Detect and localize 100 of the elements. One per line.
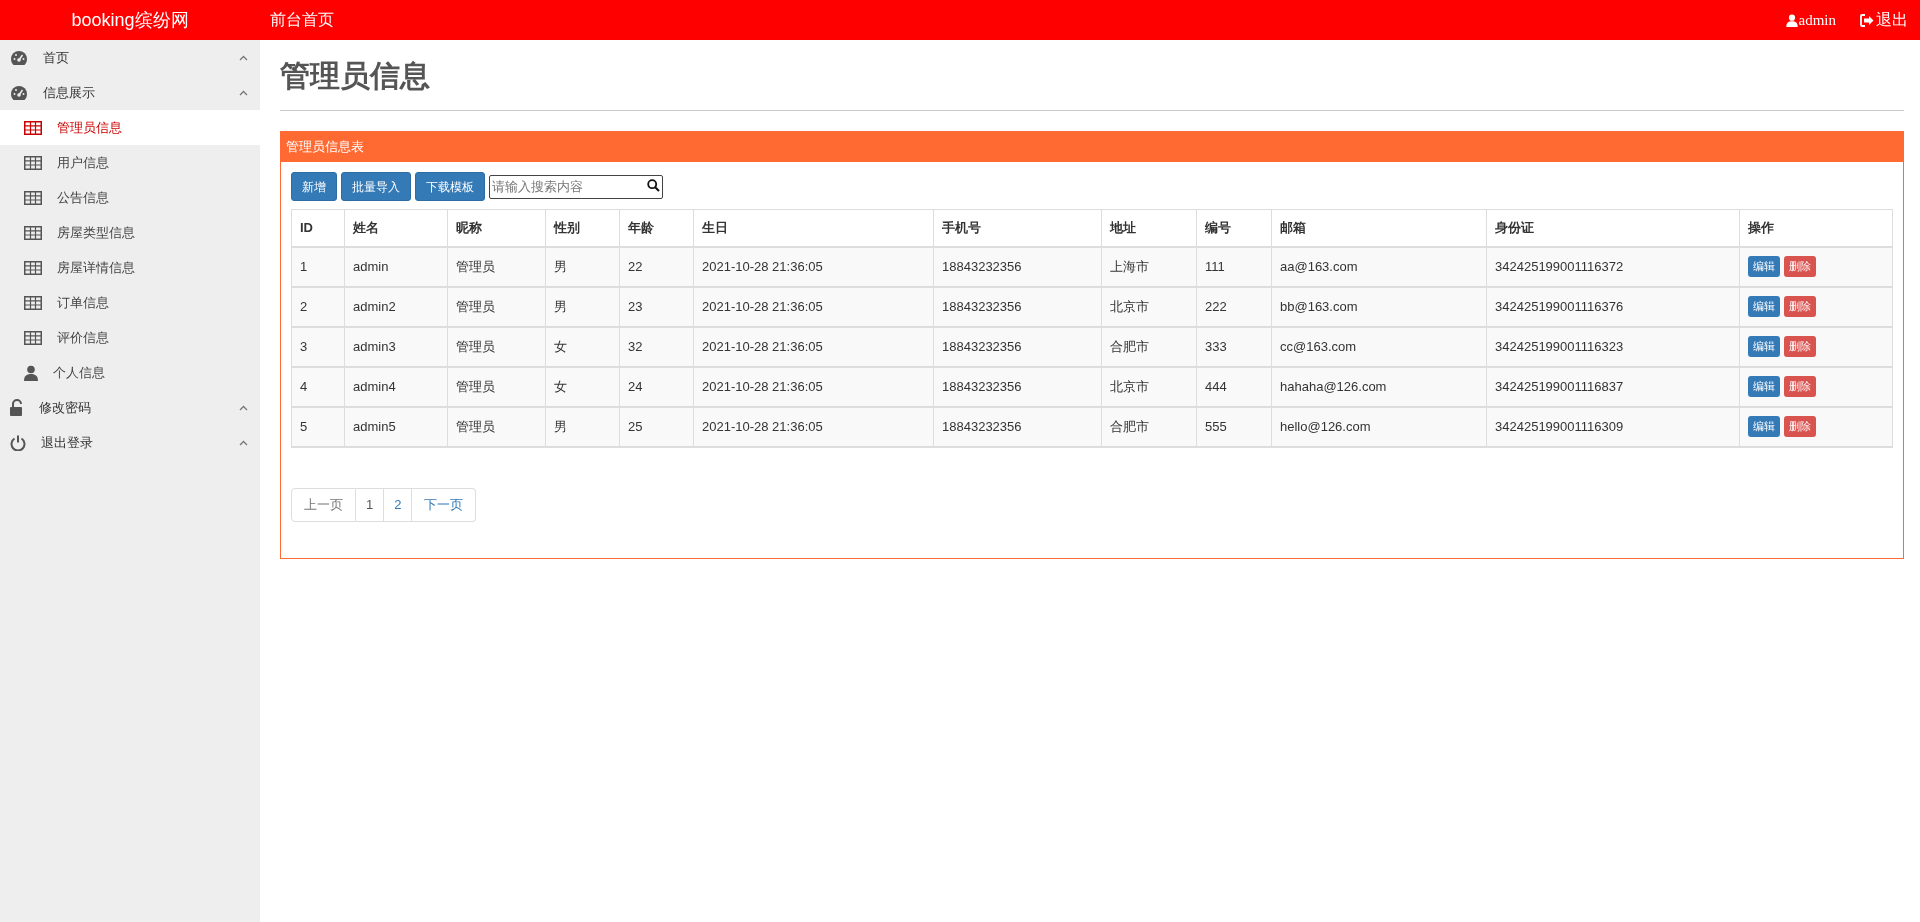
menu-label: 首页: [43, 48, 70, 67]
link-label: 管理员信息: [57, 118, 122, 137]
sidebar-menu-item[interactable]: 退出登录: [0, 425, 260, 460]
column-header: 邮箱: [1271, 209, 1487, 247]
table-cell: 合肥市: [1101, 406, 1197, 447]
table-cell: 2021-10-28 21:36:05: [693, 406, 934, 447]
link-label: 个人信息: [53, 363, 105, 382]
table-cell: hahaha@126.com: [1271, 366, 1487, 407]
table-cell: 管理员: [447, 286, 546, 327]
menu-label: 退出登录: [41, 433, 94, 452]
delete-button[interactable]: 删除: [1784, 376, 1816, 397]
sidebar-link[interactable]: 订单信息: [0, 285, 260, 320]
table-cell: 18843232356: [933, 326, 1102, 367]
table-cell: 18843232356: [933, 246, 1102, 287]
table-cell: admin: [344, 246, 448, 287]
logout-link[interactable]: 退出: [1860, 8, 1908, 32]
table-cell: 1: [291, 246, 345, 287]
sidebar-link[interactable]: 公告信息: [0, 180, 260, 215]
user-link[interactable]: admin: [1785, 8, 1836, 32]
column-header: 地址: [1101, 209, 1197, 247]
delete-button[interactable]: 删除: [1784, 336, 1816, 357]
edit-button[interactable]: 编辑: [1748, 416, 1780, 437]
unlocked-padlock-icon: [10, 399, 24, 416]
sidebar-link[interactable]: 评价信息: [0, 320, 260, 355]
table-cell: 2021-10-28 21:36:05: [693, 326, 934, 367]
dashboard-icon: [10, 84, 28, 101]
column-header: 编号: [1196, 209, 1272, 247]
sidebar-menu-item[interactable]: 修改密码: [0, 390, 260, 425]
caret-icon: [239, 404, 248, 411]
delete-button[interactable]: 删除: [1784, 416, 1816, 437]
delete-button[interactable]: 删除: [1784, 256, 1816, 277]
dashboard-icon: [10, 49, 28, 66]
column-header: 生日: [693, 209, 934, 247]
table-icon: [24, 120, 42, 135]
table-cell: bb@163.com: [1271, 286, 1487, 327]
link-label: 房屋类型信息: [57, 223, 135, 242]
toolbar-button[interactable]: 新增: [291, 172, 337, 201]
prev-page-link[interactable]: 上一页: [291, 487, 356, 522]
table-icon: [24, 260, 42, 275]
table-cell: 上海市: [1101, 246, 1197, 287]
menu-label: 信息展示: [43, 83, 96, 102]
column-header: 年龄: [619, 209, 694, 247]
table-cell: 管理员: [447, 326, 546, 367]
table-cell: 342425199001116376: [1486, 286, 1740, 327]
sidebar-menu-item[interactable]: 信息展示: [0, 75, 260, 110]
table-cell: 333: [1196, 326, 1272, 367]
brand-name[interactable]: booking缤纷网: [71, 6, 189, 34]
column-header: ID: [291, 209, 345, 247]
page-link[interactable]: 2: [384, 487, 413, 522]
table-cell: hello@126.com: [1271, 406, 1487, 447]
link-label: 公告信息: [57, 188, 109, 207]
sidebar-link[interactable]: 房屋详情信息: [0, 250, 260, 285]
table-cell: 北京市: [1101, 286, 1197, 327]
nav-link[interactable]: 前台首页: [270, 8, 334, 32]
table-cell: 北京市: [1101, 366, 1197, 407]
link-label: 订单信息: [57, 293, 109, 312]
table-cell: 2: [291, 286, 345, 327]
link-label: 房屋详情信息: [57, 258, 135, 277]
table-cell: 2021-10-28 21:36:05: [693, 366, 934, 407]
table-cell: 22: [619, 246, 694, 287]
sidebar-link[interactable]: 用户信息: [0, 145, 260, 180]
caret-icon: [239, 439, 248, 446]
person-icon: [24, 364, 38, 381]
sidebar-menu-item[interactable]: 首页: [0, 40, 260, 75]
table-cell: 342425199001116372: [1486, 246, 1740, 287]
table-icon: [24, 330, 42, 345]
table-cell: 女: [545, 366, 620, 407]
table-cell: admin5: [344, 406, 448, 447]
edit-button[interactable]: 编辑: [1748, 256, 1780, 277]
table-cell: 18843232356: [933, 406, 1102, 447]
table-cell: 342425199001116323: [1486, 326, 1740, 367]
table-cell: 合肥市: [1101, 326, 1197, 367]
table-cell: 18843232356: [933, 366, 1102, 407]
edit-button[interactable]: 编辑: [1748, 376, 1780, 397]
page-link[interactable]: 1: [356, 487, 385, 522]
table-icon: [24, 295, 42, 310]
power-icon: [10, 434, 26, 451]
edit-button[interactable]: 编辑: [1748, 336, 1780, 357]
next-page-link[interactable]: 下一页: [412, 487, 477, 522]
table-cell: 25: [619, 406, 694, 447]
sidebar-link[interactable]: 房屋类型信息: [0, 215, 260, 250]
sidebar-link[interactable]: 个人信息: [0, 355, 260, 390]
table-cell: 444: [1196, 366, 1272, 407]
table-cell: 222: [1196, 286, 1272, 327]
table-cell: aa@163.com: [1271, 246, 1487, 287]
sidebar-link[interactable]: 管理员信息: [0, 110, 260, 145]
table-cell: 3: [291, 326, 345, 367]
toolbar-button[interactable]: 下载模板: [415, 172, 485, 201]
edit-button[interactable]: 编辑: [1748, 296, 1780, 317]
toolbar-button[interactable]: 批量导入: [341, 172, 411, 201]
table-cell: admin4: [344, 366, 448, 407]
person-icon: [1785, 13, 1798, 27]
table-cell: 555: [1196, 406, 1272, 447]
column-header: 性别: [545, 209, 620, 247]
delete-button[interactable]: 删除: [1784, 296, 1816, 317]
search-icon: [647, 179, 660, 193]
link-label: 评价信息: [57, 328, 109, 347]
table-cell: 管理员: [447, 406, 546, 447]
table-cell: 管理员: [447, 246, 546, 287]
search-field[interactable]: 请输入搜索内容: [489, 174, 663, 199]
